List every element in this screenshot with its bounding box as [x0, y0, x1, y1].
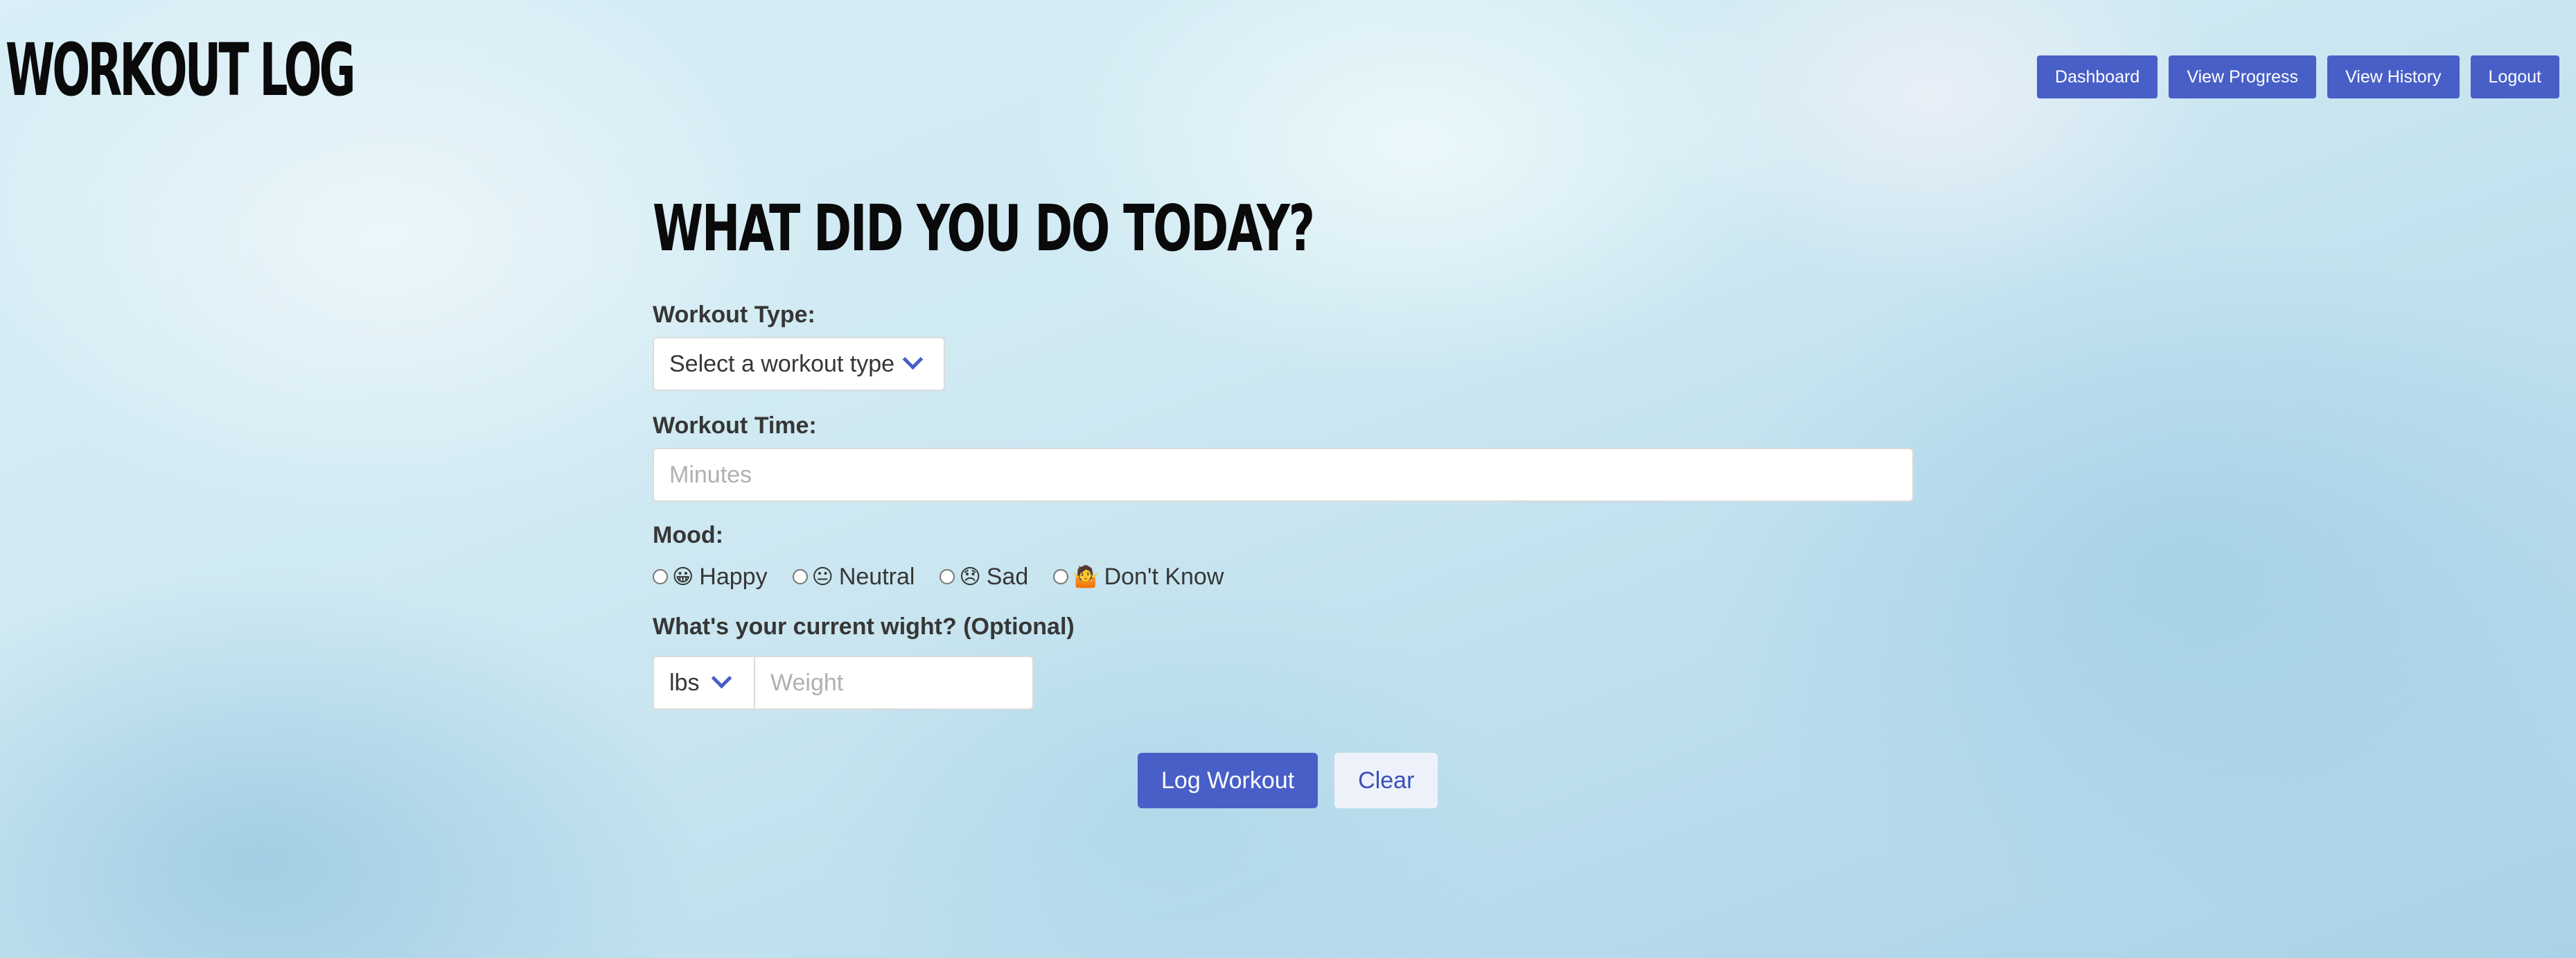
- mood-label: Mood:: [653, 522, 723, 548]
- dashboard-button[interactable]: Dashboard: [2037, 55, 2158, 98]
- workout-type-select[interactable]: Select a workout type: [653, 337, 945, 391]
- mood-option-sad[interactable]: 😞 Sad: [939, 564, 1028, 591]
- clear-button[interactable]: Clear: [1334, 753, 1438, 808]
- mood-option-happy[interactable]: 😀 Happy: [653, 564, 768, 591]
- weight-unit-select[interactable]: lbs: [653, 656, 755, 710]
- workout-time-input[interactable]: [653, 448, 1914, 502]
- workout-type-label: Workout Type:: [653, 302, 815, 328]
- weight-field-group: lbs: [653, 656, 1914, 710]
- mood-radio-neutral[interactable]: [792, 569, 808, 584]
- log-workout-button[interactable]: Log Workout: [1138, 753, 1318, 808]
- brand-title: WORKOUT LOG: [6, 28, 356, 112]
- happy-face-icon: 😀: [672, 564, 694, 589]
- mood-option-label: Happy: [699, 563, 768, 590]
- mood-option-label: Sad: [986, 563, 1029, 590]
- mood-option-dont-know[interactable]: 🤷 Don't Know: [1053, 564, 1224, 591]
- mood-option-label: Neutral: [838, 563, 915, 590]
- mood-radio-group: 😀 Happy 😐 Neutral 😞 Sad 🤷 Don't Know: [653, 563, 1914, 591]
- shrug-icon: 🤷: [1073, 564, 1099, 589]
- navbar: WORKOUT LOG Dashboard View Progress View…: [0, 0, 2576, 139]
- workout-time-label: Workout Time:: [653, 412, 817, 439]
- workout-type-selected-value: Select a workout type: [669, 350, 895, 377]
- weight-label: What's your current wight? (Optional): [653, 613, 1075, 640]
- nav-buttons: Dashboard View Progress View History Log…: [2037, 55, 2559, 98]
- page-title: WHAT DID YOU DO TODAY?: [653, 191, 1315, 265]
- mood-radio-dont-know[interactable]: [1053, 569, 1069, 584]
- weight-unit-selected-value: lbs: [669, 669, 700, 696]
- mood-radio-sad[interactable]: [939, 569, 955, 584]
- mood-radio-happy[interactable]: [653, 569, 668, 584]
- view-progress-button[interactable]: View Progress: [2169, 55, 2317, 98]
- weight-input[interactable]: [755, 656, 1034, 710]
- sad-face-icon: 😞: [959, 564, 981, 589]
- workout-form: WHAT DID YOU DO TODAY? Workout Type: Sel…: [653, 187, 1914, 808]
- neutral-face-icon: 😐: [811, 564, 833, 589]
- logout-button[interactable]: Logout: [2470, 55, 2559, 98]
- form-actions: Log Workout Clear: [1138, 753, 1914, 808]
- chevron-down-icon: [711, 668, 732, 689]
- mood-option-label: Don't Know: [1104, 563, 1224, 590]
- view-history-button[interactable]: View History: [2327, 55, 2460, 98]
- chevron-down-icon: [902, 349, 924, 370]
- mood-option-neutral[interactable]: 😐 Neutral: [792, 563, 915, 591]
